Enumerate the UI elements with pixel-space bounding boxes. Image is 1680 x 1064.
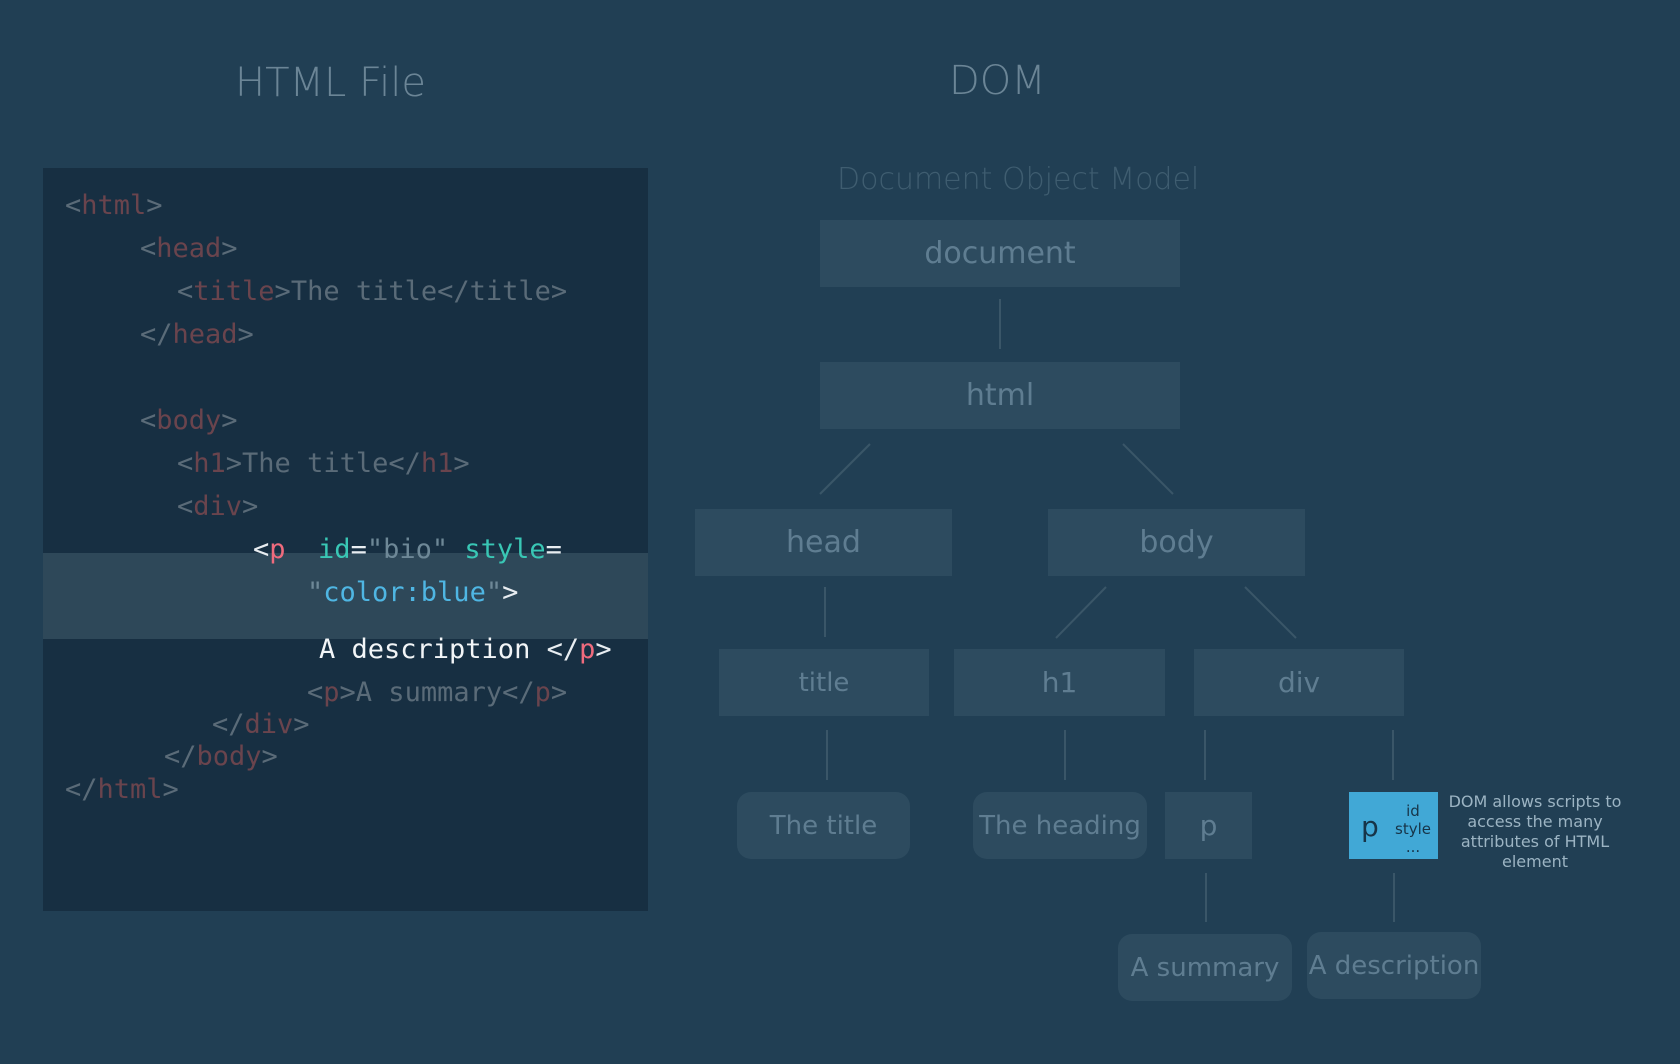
edge-html-head <box>819 443 871 495</box>
node-p: p <box>1165 792 1252 859</box>
dom-note: DOM allows scripts to access the many at… <box>1448 792 1622 871</box>
leaf-a-description: A description <box>1307 932 1481 999</box>
node-document: document <box>820 220 1180 287</box>
node-div: div <box>1194 649 1404 716</box>
leaf-a-summary: A summary <box>1118 934 1292 1001</box>
p-attribute-style: style <box>1395 820 1431 838</box>
edge-html-body <box>1122 443 1174 495</box>
node-title: title <box>719 649 929 716</box>
node-body: body <box>1048 509 1305 576</box>
leaf-the-title: The title <box>737 792 910 859</box>
node-head: head <box>695 509 952 576</box>
p-attribute-more: ... <box>1405 838 1421 856</box>
edge-body-div <box>1244 586 1297 639</box>
edge-body-h1 <box>1055 586 1107 639</box>
node-h1: h1 <box>954 649 1165 716</box>
node-p-highlighted: p id style ... <box>1349 792 1438 859</box>
p-highlight-letter: p <box>1361 810 1379 843</box>
node-html: html <box>820 362 1180 429</box>
p-attribute-list: id style ... <box>1391 802 1435 856</box>
leaf-the-heading: The heading <box>973 792 1147 859</box>
p-attribute-id: id <box>1406 802 1420 820</box>
